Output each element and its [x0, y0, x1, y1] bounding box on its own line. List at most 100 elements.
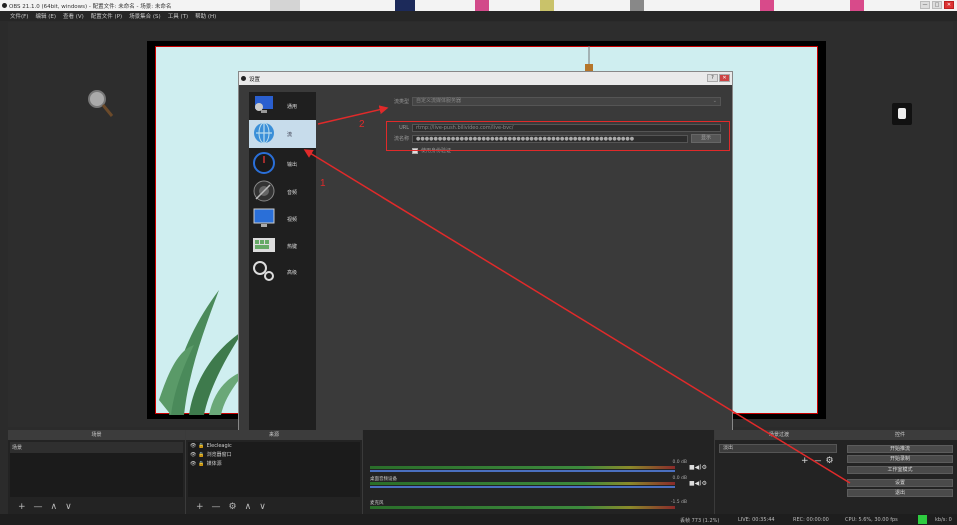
scenes-toolbar: + — ∧ ∨ — [18, 502, 72, 512]
controls-dock: 控件 开始推流 开始录制 工作室模式 设置 退出 — [843, 430, 957, 514]
move-up-button[interactable]: ∧ — [245, 502, 252, 512]
lock-icon[interactable]: 🔒 — [198, 443, 204, 449]
sidebar-item-hotkeys[interactable]: 热键 — [249, 232, 316, 260]
menu-tools[interactable]: 工具 (T) — [168, 12, 188, 20]
rec-timer: REC: 00:00:00 — [793, 517, 829, 523]
controls-header: 控件 — [843, 430, 957, 440]
taskbar-thumbnail — [270, 0, 300, 11]
transition-toolbar: + — ⚙ — [801, 456, 834, 466]
sidebar-item-stream[interactable]: 流 — [249, 120, 316, 148]
help-button[interactable]: ? — [707, 74, 718, 82]
sources-toolbar: + — ⚙ ∧ ∨ — [196, 502, 266, 512]
mixer-channel: 0.0 dB ■◀)⚙ — [370, 460, 715, 472]
taskbar-thumbnail — [850, 0, 864, 11]
annotation-label-two: 2 — [359, 119, 365, 130]
studio-mode-button[interactable]: 工作室模式 — [847, 466, 953, 474]
monitor-icon — [252, 206, 276, 230]
annotation-label-one: 1 — [320, 178, 326, 189]
eye-icon[interactable]: 👁 — [190, 461, 196, 467]
source-properties-button[interactable]: ⚙ — [229, 502, 237, 512]
status-indicator — [918, 515, 927, 524]
lock-icon[interactable]: 🔒 — [198, 452, 204, 458]
mixer-db: -1.5 dB — [670, 500, 687, 505]
taskbar-thumbnail — [540, 0, 554, 11]
sidebar-item-video[interactable]: 视频 — [249, 205, 316, 233]
menu-bar: 文件(F) 编辑 (E) 查看 (V) 配置文件 (P) 场景集合 (S) 工具… — [0, 11, 957, 21]
scenes-list: 场景 — [10, 442, 183, 497]
title-bar: OBS 21.1.0 (64bit, windows) - 配置文件: 未命名 … — [0, 0, 957, 11]
move-down-button[interactable]: ∨ — [259, 502, 266, 512]
list-item[interactable]: 👁 🔒 Elecleagic — [188, 442, 360, 450]
service-select[interactable]: 自定义流媒体服务器 ⌄ — [412, 97, 721, 106]
settings-title-bar: 设置 ? ✕ — [239, 72, 732, 85]
service-value: 自定义流媒体服务器 — [416, 98, 462, 104]
add-scene-button[interactable]: + — [18, 502, 26, 512]
mixer-db: 0.0 dB — [672, 476, 687, 481]
settings-title: 设置 — [249, 76, 261, 83]
volume-meter — [370, 466, 675, 469]
move-up-button[interactable]: ∧ — [51, 502, 58, 512]
menu-file[interactable]: 文件(F) — [10, 12, 28, 20]
lock-icon[interactable]: 🔒 — [198, 461, 204, 467]
obs-logo-icon — [2, 3, 7, 8]
sidebar-item-label: 流 — [287, 132, 293, 138]
list-item[interactable]: 场景 — [10, 442, 183, 453]
list-item[interactable]: 👁 🔒 媒体源 — [188, 459, 360, 468]
volume-slider[interactable] — [370, 486, 675, 488]
sidebar-item-label: 视频 — [287, 217, 298, 223]
magnifier-icon — [86, 88, 114, 118]
maximize-button[interactable]: □ — [932, 1, 942, 9]
settings-button[interactable]: 设置 — [847, 479, 953, 487]
menu-scene-collection[interactable]: 场景集合 (S) — [129, 12, 161, 20]
menu-help[interactable]: 帮助 (H) — [195, 12, 216, 20]
settings-close-button[interactable]: ✕ — [719, 74, 730, 82]
cup-icon — [892, 103, 912, 125]
bitrate: kb/s: 0 — [935, 517, 952, 523]
taskbar-thumbnail — [760, 0, 774, 11]
sidebar-item-output[interactable]: 输出 — [249, 150, 316, 178]
mixer-controls[interactable]: ■◀)⚙ — [689, 480, 707, 487]
eye-icon[interactable]: 👁 — [190, 443, 196, 449]
remove-scene-button[interactable]: — — [34, 502, 43, 512]
list-item[interactable]: 👁 🔒 浏览器窗口 — [188, 450, 360, 459]
sidebar-item-general[interactable]: 通用 — [249, 92, 316, 120]
cpu-fps: CPU: 5.6%, 30.00 fps — [845, 517, 898, 523]
source-name: Elecleagic — [206, 443, 232, 449]
sources-header: 来源 — [186, 430, 362, 440]
eye-icon[interactable]: 👁 — [190, 452, 196, 458]
mixer-channel: 麦克风 -1.5 dB — [370, 500, 715, 511]
volume-slider[interactable] — [370, 470, 675, 472]
sources-dock: 来源 👁 🔒 Elecleagic 👁 🔒 浏览器窗口 👁 🔒 媒体源 + — ⚙ ∧ ∨ — [186, 430, 363, 514]
minimize-button[interactable]: — — [920, 1, 930, 9]
gear-icon[interactable]: ⚙ — [826, 456, 834, 466]
start-recording-button[interactable]: 开始录制 — [847, 455, 953, 463]
menu-view[interactable]: 查看 (V) — [63, 12, 84, 20]
add-source-button[interactable]: + — [196, 502, 204, 512]
volume-meter — [370, 506, 675, 509]
volume-meter — [370, 482, 675, 485]
gears-icon — [252, 259, 276, 283]
close-button[interactable]: ✕ — [944, 1, 954, 9]
start-streaming-button[interactable]: 开始推流 — [847, 445, 953, 453]
sidebar-item-label: 输出 — [287, 162, 298, 168]
menu-edit[interactable]: 编辑 (E) — [35, 12, 56, 20]
exit-button[interactable]: 退出 — [847, 489, 953, 497]
gear-monitor-icon — [252, 93, 276, 117]
taskbar-thumbnail — [395, 0, 415, 11]
transition-select[interactable]: 淡出 — [719, 444, 837, 453]
obs-logo-icon — [241, 76, 246, 81]
sidebar-item-audio[interactable]: 音频 — [249, 178, 316, 206]
menu-profile[interactable]: 配置文件 (P) — [91, 12, 122, 20]
remove-transition-button[interactable]: — — [813, 456, 822, 466]
output-gauge-icon — [252, 151, 276, 175]
mixer-db: 0.0 dB — [672, 460, 687, 465]
mixer-controls[interactable]: ■◀)⚙ — [689, 464, 707, 471]
transition-value: 淡出 — [723, 445, 734, 451]
keyboard-icon — [252, 233, 276, 257]
scenes-dock: 场景 场景 + — ∧ ∨ — [8, 430, 186, 514]
settings-sidebar: 通用 流 输出 音频 视频 热键 高级 — [249, 92, 316, 440]
sidebar-item-advanced[interactable]: 高级 — [249, 258, 316, 286]
add-transition-button[interactable]: + — [801, 456, 809, 466]
move-down-button[interactable]: ∨ — [65, 502, 72, 512]
remove-source-button[interactable]: — — [212, 502, 221, 512]
